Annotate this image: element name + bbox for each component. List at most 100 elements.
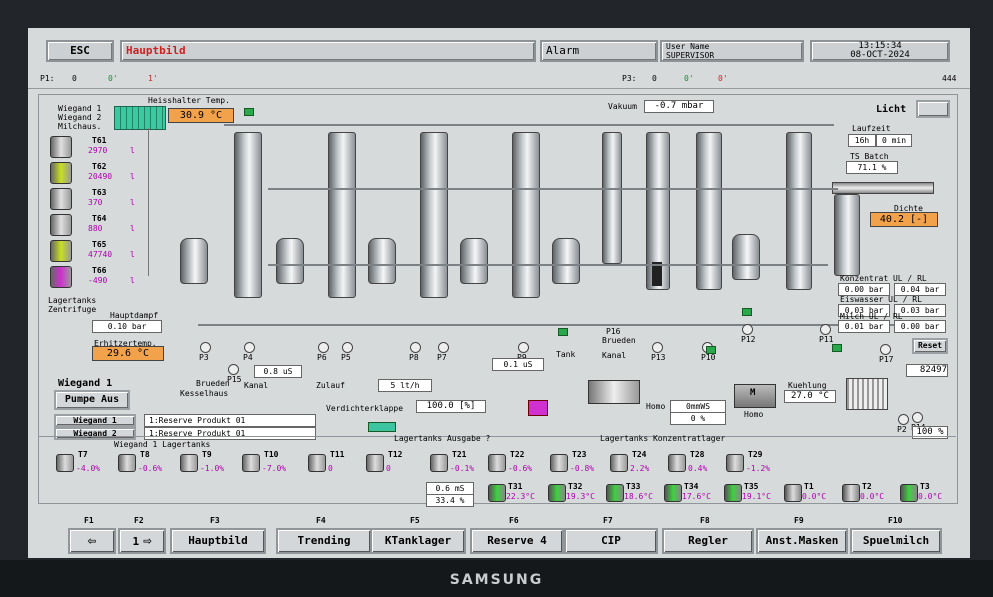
tank-icon — [50, 266, 72, 288]
valve-6[interactable] — [706, 346, 716, 354]
esc-button[interactable]: ESC — [46, 40, 114, 62]
lagertanks-label: Lagertanks — [48, 296, 97, 305]
storage-tank-t31[interactable]: T31 22.3°C — [486, 482, 535, 512]
wiegand-line-1: Wiegand 1 — [58, 104, 102, 113]
storage-tank-t1[interactable]: T1 0.0°C — [782, 482, 826, 512]
storage-tank-t33[interactable]: T33 18.6°C — [604, 482, 653, 512]
storage-tank-t2[interactable]: T2 0.0°C — [840, 482, 884, 512]
pump-p8[interactable] — [410, 342, 421, 353]
tank-level: -0.1% — [450, 464, 475, 473]
storage-tank-t11[interactable]: T11 0 — [306, 450, 346, 480]
fkey-f10-button[interactable]: Spuelmilch — [850, 528, 942, 554]
valve-5[interactable] — [832, 344, 842, 352]
pump-p14[interactable] — [912, 412, 923, 423]
pump-p11[interactable] — [820, 324, 831, 335]
tank-icon — [56, 454, 74, 472]
valve-1[interactable] — [244, 108, 254, 116]
fkey-number: F1 — [84, 516, 94, 525]
tank-icon — [548, 484, 566, 502]
pump-p5[interactable] — [342, 342, 353, 353]
pump-p9[interactable] — [518, 342, 529, 353]
milch-ul: 0.01 bar — [838, 320, 890, 333]
pump-p15[interactable] — [228, 364, 239, 375]
tank-name: T63 — [92, 188, 107, 197]
datetime-box: 13:15:34 08-OCT-2024 — [810, 40, 950, 62]
tank-temp: 18.6°C — [624, 492, 653, 501]
tank-level: -1.2% — [746, 464, 771, 473]
tank-icon — [50, 188, 72, 210]
bottom-divider — [38, 436, 956, 437]
fkey-f5-button[interactable]: KTanklager — [370, 528, 466, 554]
evaporator-column-3 — [420, 132, 448, 298]
tank-icon — [784, 484, 802, 502]
pump-p6[interactable] — [318, 342, 329, 353]
left-tank-t66[interactable]: T66 -490 l — [48, 264, 135, 294]
fkey-number: F8 — [700, 516, 710, 525]
reserve-product-1: 1:Reserve Produkt 01 — [144, 414, 316, 427]
p1-a: 0 — [72, 74, 77, 83]
fkey-f8-button[interactable]: Regler — [662, 528, 754, 554]
pump-p13[interactable] — [652, 342, 663, 353]
storage-tank-t21[interactable]: T21 -0.1% — [428, 450, 474, 480]
wiegand-2-button[interactable]: Wiegand 2 — [54, 427, 136, 440]
kuehlung-label: Kuehlung — [788, 381, 827, 390]
valve-2[interactable] — [368, 422, 396, 432]
pump-p7[interactable] — [438, 342, 449, 353]
storage-tank-t22[interactable]: T22 -0.6% — [486, 450, 532, 480]
evaporator-column-2 — [328, 132, 356, 298]
pump-p4[interactable] — [244, 342, 255, 353]
wiegand-1-button[interactable]: Wiegand 1 — [54, 414, 136, 427]
storage-tank-t7[interactable]: T7 -4.0% — [54, 450, 100, 480]
storage-tank-t28[interactable]: T28 0.4% — [666, 450, 707, 480]
tank-icon — [488, 454, 506, 472]
evaporator-column-4 — [512, 132, 540, 298]
fkey-f7-button[interactable]: CIP — [564, 528, 658, 554]
fkey-number: F4 — [316, 516, 326, 525]
storage-tank-t10[interactable]: T10 -7.0% — [240, 450, 286, 480]
status-bar: P1: 0 0' 1' P3: 0 0' 0' 444 — [28, 74, 970, 86]
zulauf-label: Zulauf — [316, 381, 345, 390]
homo-label: Homo — [646, 402, 666, 411]
alarm-field[interactable]: Alarm — [540, 40, 658, 62]
storage-tank-t3[interactable]: T3 0.0°C — [898, 482, 942, 512]
storage-tank-t24[interactable]: T24 2.2% — [608, 450, 649, 480]
storage-tank-t35[interactable]: T35 19.1°C — [722, 482, 771, 512]
fkey-f2-button[interactable]: 1 ⇨ — [118, 528, 166, 554]
pumpe-aus-button[interactable]: Pumpe Aus — [54, 390, 130, 410]
fkey-f4-button[interactable]: Trending — [276, 528, 372, 554]
user-label: User Name — [666, 42, 710, 51]
storage-tank-t23[interactable]: T23 -0.8% — [548, 450, 594, 480]
storage-tank-t9[interactable]: T9 -1.0% — [178, 450, 224, 480]
fkey-f1-button[interactable]: ⇦ — [68, 528, 116, 554]
wiegand-line-3: Milchaus. — [58, 122, 102, 131]
licht-button[interactable] — [916, 100, 950, 118]
reset-button[interactable]: Reset — [912, 338, 948, 354]
pump-p12[interactable] — [742, 324, 753, 335]
evaporator-column-7 — [696, 132, 722, 290]
heisshalter-value: 30.9 °C — [168, 108, 234, 123]
pump-p17[interactable] — [880, 344, 891, 355]
valve-3[interactable] — [558, 328, 568, 336]
wiegand-lagertanks-title: Wiegand 1 Lagertanks — [114, 440, 211, 449]
fkey-f6-button[interactable]: Reserve 4 — [470, 528, 564, 554]
storage-tank-t12[interactable]: T12 0 — [364, 450, 404, 480]
tank-temp: 17.6°C — [682, 492, 711, 501]
storage-tank-t34[interactable]: T34 17.6°C — [662, 482, 711, 512]
storage-tank-t32[interactable]: T32 19.3°C — [546, 482, 595, 512]
tank-icon — [242, 454, 260, 472]
condenser-header — [832, 182, 934, 194]
valve-4[interactable] — [742, 308, 752, 316]
grid-icon — [114, 106, 166, 130]
tank-level: 0 — [328, 464, 333, 473]
pump-label: P5 — [341, 353, 351, 362]
evaporator-column-8 — [786, 132, 812, 290]
pump-p3[interactable] — [200, 342, 211, 353]
storage-tank-t8[interactable]: T8 -0.6% — [116, 450, 162, 480]
tank-temp: 22.3°C — [506, 492, 535, 501]
fkey-f3-button[interactable]: Hauptbild — [170, 528, 266, 554]
storage-tank-t29[interactable]: T29 -1.2% — [724, 450, 770, 480]
pump-p2[interactable] — [898, 414, 909, 425]
tank-name: T64 — [92, 214, 107, 223]
eiswasser-label: Eiswasser UL / RL — [840, 295, 922, 304]
fkey-f9-button[interactable]: Anst.Masken — [756, 528, 848, 554]
